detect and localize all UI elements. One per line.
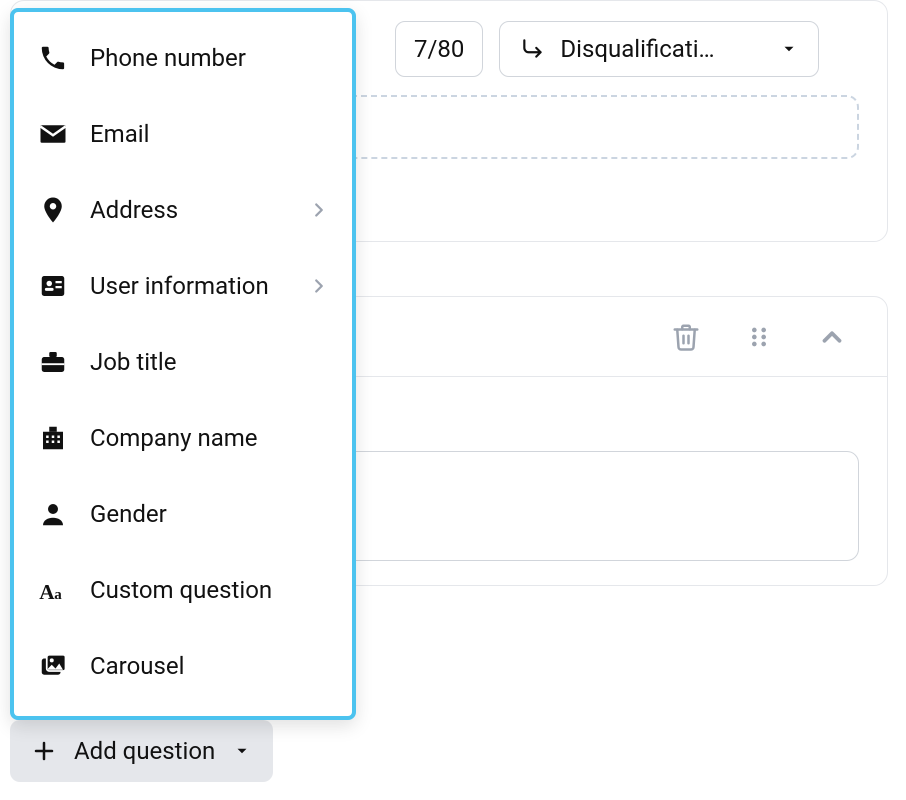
- id-icon: [36, 271, 70, 301]
- menu-item-label: Phone number: [90, 44, 330, 72]
- caret-down-icon: [780, 40, 798, 58]
- menu-item-label: Carousel: [90, 652, 330, 680]
- menu-item-label: Email: [90, 120, 330, 148]
- menu-item-label: Company name: [90, 424, 330, 452]
- plus-icon: [32, 739, 56, 763]
- menu-item-job-title[interactable]: Job title: [14, 324, 352, 400]
- drag-handle[interactable]: [745, 323, 773, 351]
- menu-item-address[interactable]: Address: [14, 172, 352, 248]
- delete-button[interactable]: [671, 322, 701, 352]
- images-icon: [36, 651, 70, 681]
- char-count-text: 7/80: [414, 35, 464, 63]
- caret-down-icon: [233, 742, 251, 760]
- question-type-menu: Phone number Email Address User information…: [10, 8, 356, 720]
- aa-icon: [36, 575, 70, 605]
- chevron-right-icon: [308, 199, 330, 221]
- option-action-label: Disqualificati…: [560, 35, 766, 63]
- menu-item-label: Custom question: [90, 576, 330, 604]
- chevron-right-icon: [308, 275, 330, 297]
- menu-item-company-name[interactable]: Company name: [14, 400, 352, 476]
- menu-item-label: Gender: [90, 500, 330, 528]
- trash-icon: [671, 322, 701, 352]
- phone-icon: [36, 43, 70, 73]
- option-action-select[interactable]: Disqualificati…: [499, 21, 819, 77]
- menu-item-user-information[interactable]: User information: [14, 248, 352, 324]
- pin-icon: [36, 195, 70, 225]
- briefcase-icon: [36, 347, 70, 377]
- menu-item-phone-number[interactable]: Phone number: [14, 20, 352, 96]
- add-question-label: Add question: [74, 737, 215, 765]
- menu-item-gender[interactable]: Gender: [14, 476, 352, 552]
- reply-arrow-icon: [520, 36, 546, 62]
- mail-icon: [36, 119, 70, 149]
- drag-handle-icon: [745, 323, 773, 351]
- menu-item-label: Address: [90, 196, 288, 224]
- char-count-chip: 7/80: [395, 21, 483, 77]
- collapse-button[interactable]: [817, 322, 847, 352]
- building-icon: [36, 423, 70, 453]
- add-question-button[interactable]: Add question: [10, 720, 273, 782]
- menu-item-label: User information: [90, 272, 288, 300]
- person-icon: [36, 499, 70, 529]
- chevron-up-icon: [817, 322, 847, 352]
- menu-item-carousel[interactable]: Carousel: [14, 628, 352, 704]
- menu-item-custom-question[interactable]: Custom question: [14, 552, 352, 628]
- menu-item-label: Job title: [90, 348, 330, 376]
- menu-item-email[interactable]: Email: [14, 96, 352, 172]
